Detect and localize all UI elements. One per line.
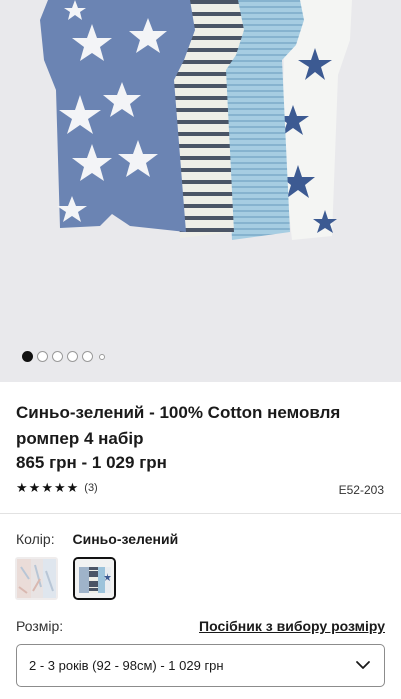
- review-count: (3): [84, 482, 98, 494]
- selected-size: 2 - 3 років (92 - 98см) - 1 029 грн: [29, 658, 224, 673]
- chevron-down-icon: [356, 661, 370, 669]
- color-swatch-blue-green[interactable]: [73, 557, 116, 600]
- star-icon: ★: [16, 480, 28, 495]
- product-image-carousel[interactable]: [0, 0, 401, 382]
- carousel-dot[interactable]: [52, 351, 63, 362]
- carousel-dot[interactable]: [82, 351, 93, 362]
- swatch-image: [75, 559, 114, 598]
- size-guide-link[interactable]: Посібник з вибору розміру: [199, 618, 385, 634]
- carousel-dot[interactable]: [22, 351, 33, 362]
- star-icon: ★: [53, 480, 66, 495]
- carousel-dot[interactable]: [67, 351, 78, 362]
- color-swatch-pastel[interactable]: [15, 557, 58, 600]
- product-image: [40, 0, 352, 240]
- color-label: Колір:: [16, 531, 55, 547]
- product-code: E52-203: [338, 483, 384, 497]
- carousel-pagination: [22, 351, 105, 362]
- product-title: Синьо-зелений - 100% Cotton немовля ромп…: [16, 403, 341, 448]
- color-row: Колір: Синьо-зелений: [16, 531, 178, 547]
- size-label: Розмір:: [16, 618, 64, 634]
- carousel-dot[interactable]: [99, 353, 105, 360]
- star-icon: ★: [28, 480, 41, 495]
- selected-color: Синьо-зелений: [72, 531, 179, 547]
- star-icon: ★: [66, 480, 79, 495]
- product-rating[interactable]: ★ ★ ★ ★ ★ (3): [16, 481, 98, 495]
- size-select[interactable]: 2 - 3 років (92 - 98см) - 1 029 грн: [16, 644, 385, 687]
- product-price: 865 грн - 1 029 грн: [16, 453, 167, 472]
- star-icon: ★: [41, 480, 53, 495]
- carousel-dot[interactable]: [37, 351, 48, 362]
- divider: [0, 513, 401, 514]
- swatch-image: [15, 557, 58, 600]
